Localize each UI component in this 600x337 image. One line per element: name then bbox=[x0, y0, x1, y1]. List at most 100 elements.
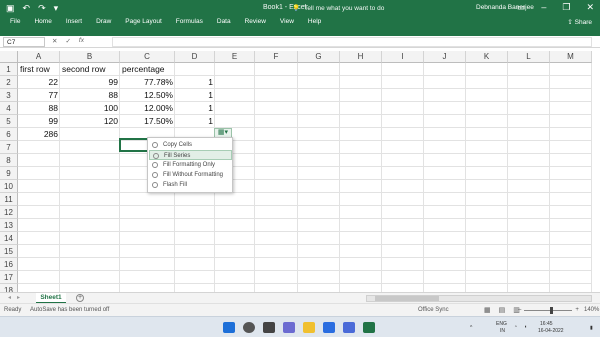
tab-data[interactable]: Data bbox=[217, 18, 231, 25]
row-header-13[interactable]: 13 bbox=[0, 219, 18, 232]
cell-b3[interactable]: 88 bbox=[60, 89, 120, 102]
grid-cell[interactable] bbox=[424, 115, 466, 128]
cell-c4[interactable]: 12.00% bbox=[120, 102, 175, 115]
tray-time[interactable]: 16:45 bbox=[540, 321, 553, 327]
grid-cell[interactable] bbox=[18, 167, 60, 180]
grid-cell[interactable] bbox=[550, 180, 592, 193]
cell-a3[interactable]: 77 bbox=[18, 89, 60, 102]
grid-cell[interactable] bbox=[255, 128, 298, 141]
grid-cell[interactable] bbox=[340, 63, 382, 76]
grid-cell[interactable] bbox=[466, 232, 508, 245]
grid-cell[interactable] bbox=[298, 219, 340, 232]
grid-cell[interactable] bbox=[466, 258, 508, 271]
grid-cell[interactable] bbox=[120, 245, 175, 258]
tab-draw[interactable]: Draw bbox=[96, 18, 111, 25]
tab-view[interactable]: View bbox=[280, 18, 294, 25]
column-header-i[interactable]: I bbox=[382, 51, 424, 63]
grid-cell[interactable] bbox=[508, 206, 550, 219]
grid-cell[interactable] bbox=[120, 232, 175, 245]
grid-cell[interactable] bbox=[120, 258, 175, 271]
grid-cell[interactable] bbox=[340, 206, 382, 219]
tab-file[interactable]: File bbox=[10, 18, 20, 25]
grid-cell[interactable] bbox=[60, 128, 120, 141]
sheet-next-icon[interactable]: ▸ bbox=[17, 294, 20, 301]
grid-cell[interactable] bbox=[340, 245, 382, 258]
grid-cell[interactable] bbox=[60, 271, 120, 284]
cell-c2[interactable]: 77.78% bbox=[120, 76, 175, 89]
grid-cell[interactable] bbox=[424, 102, 466, 115]
grid-cell[interactable] bbox=[298, 167, 340, 180]
grid-cell[interactable] bbox=[382, 232, 424, 245]
grid-cell[interactable] bbox=[382, 63, 424, 76]
cell-a6[interactable]: 286 bbox=[18, 128, 60, 141]
add-sheet-icon[interactable]: + bbox=[76, 294, 84, 302]
grid-cell[interactable] bbox=[508, 141, 550, 154]
teams-icon[interactable] bbox=[343, 322, 355, 333]
grid-cell[interactable] bbox=[340, 232, 382, 245]
file-explorer-icon[interactable] bbox=[303, 322, 315, 333]
undo-icon[interactable]: ↶ bbox=[23, 3, 31, 14]
sheet-prev-icon[interactable]: ◂ bbox=[8, 294, 11, 301]
insert-function-icon[interactable]: fx bbox=[79, 37, 84, 45]
page-layout-view-icon[interactable]: ▤ bbox=[499, 306, 506, 314]
select-all-corner[interactable] bbox=[0, 51, 18, 63]
grid-cell[interactable] bbox=[424, 258, 466, 271]
grid-cell[interactable] bbox=[382, 167, 424, 180]
grid-cell[interactable] bbox=[215, 89, 255, 102]
grid-cell[interactable] bbox=[298, 232, 340, 245]
grid-cell[interactable] bbox=[215, 193, 255, 206]
grid-cell[interactable] bbox=[18, 245, 60, 258]
zoom-in-icon[interactable]: + bbox=[575, 307, 579, 313]
grid-cell[interactable] bbox=[255, 206, 298, 219]
cell-d3[interactable]: 1 bbox=[175, 89, 215, 102]
grid-cell[interactable] bbox=[340, 193, 382, 206]
grid-cell[interactable] bbox=[255, 193, 298, 206]
tray-date[interactable]: 16-04-2022 bbox=[538, 328, 564, 334]
grid-cell[interactable] bbox=[215, 271, 255, 284]
grid-cell[interactable] bbox=[424, 128, 466, 141]
grid-cell[interactable] bbox=[382, 219, 424, 232]
grid-cell[interactable] bbox=[382, 128, 424, 141]
grid-cell[interactable] bbox=[60, 167, 120, 180]
grid-cell[interactable] bbox=[215, 115, 255, 128]
grid-cell[interactable] bbox=[424, 154, 466, 167]
grid-cell[interactable] bbox=[255, 141, 298, 154]
grid-cell[interactable] bbox=[424, 167, 466, 180]
grid-cell[interactable] bbox=[298, 206, 340, 219]
grid-cell[interactable] bbox=[298, 245, 340, 258]
row-header-17[interactable]: 17 bbox=[0, 271, 18, 284]
formula-input[interactable] bbox=[112, 37, 592, 47]
grid-cell[interactable] bbox=[255, 154, 298, 167]
grid-cell[interactable] bbox=[255, 167, 298, 180]
grid-cell[interactable] bbox=[550, 102, 592, 115]
grid-cell[interactable] bbox=[340, 76, 382, 89]
status-sync[interactable]: Office Sync bbox=[418, 307, 449, 313]
search-icon[interactable] bbox=[243, 322, 255, 333]
grid-cell[interactable] bbox=[255, 232, 298, 245]
column-header-m[interactable]: M bbox=[550, 51, 592, 63]
cell-b2[interactable]: 99 bbox=[60, 76, 120, 89]
tab-home[interactable]: Home bbox=[34, 18, 51, 25]
grid-cell[interactable] bbox=[18, 180, 60, 193]
grid-cell[interactable] bbox=[424, 193, 466, 206]
grid-cell[interactable] bbox=[340, 167, 382, 180]
cell-d4[interactable]: 1 bbox=[175, 102, 215, 115]
grid-cell[interactable] bbox=[340, 128, 382, 141]
grid-cell[interactable] bbox=[175, 193, 215, 206]
column-header-b[interactable]: B bbox=[60, 51, 120, 63]
grid-cell[interactable] bbox=[466, 271, 508, 284]
grid-cell[interactable] bbox=[424, 180, 466, 193]
grid-cell[interactable] bbox=[60, 193, 120, 206]
grid-cell[interactable] bbox=[215, 232, 255, 245]
grid-cell[interactable] bbox=[18, 219, 60, 232]
menu-item-fill-without-formatting[interactable]: Fill Without Formatting bbox=[149, 170, 232, 180]
grid-cell[interactable] bbox=[382, 180, 424, 193]
grid-cell[interactable] bbox=[60, 206, 120, 219]
menu-item-flash-fill[interactable]: Flash Fill bbox=[149, 180, 232, 190]
grid-cell[interactable] bbox=[382, 115, 424, 128]
grid-cell[interactable] bbox=[340, 102, 382, 115]
row-header-8[interactable]: 8 bbox=[0, 154, 18, 167]
grid-cell[interactable] bbox=[18, 141, 60, 154]
grid-cell[interactable] bbox=[175, 258, 215, 271]
row-header-2[interactable]: 2 bbox=[0, 76, 18, 89]
